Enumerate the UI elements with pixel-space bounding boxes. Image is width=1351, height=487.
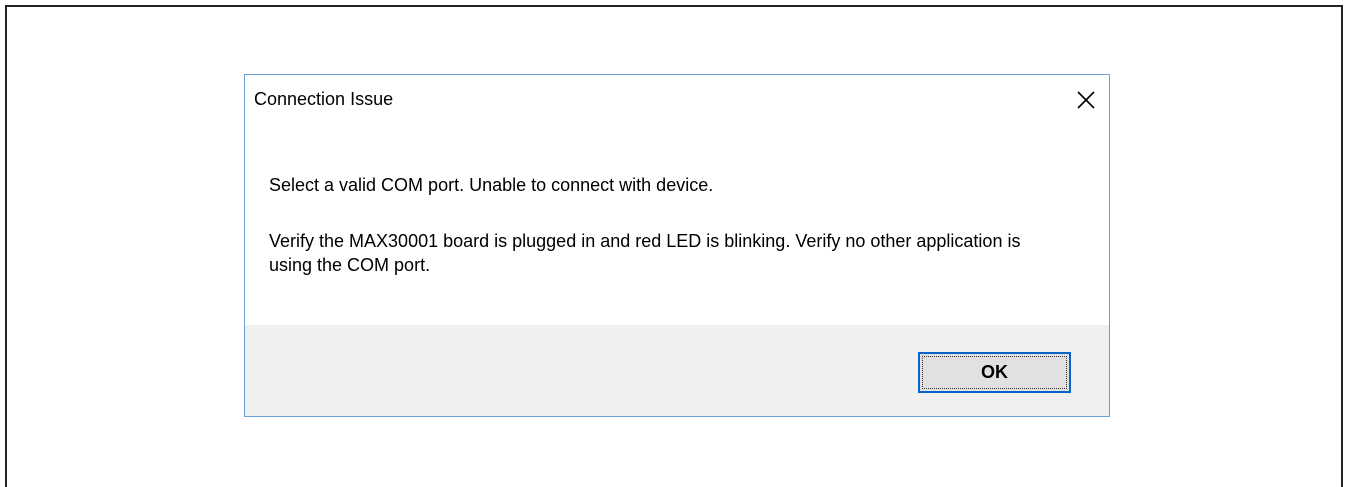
message-line-2: Verify the MAX30001 board is plugged in … — [269, 231, 1021, 275]
message-line-1: Select a valid COM port. Unable to conne… — [269, 175, 714, 195]
close-icon — [1077, 91, 1095, 109]
ok-button-label: OK — [981, 362, 1008, 382]
close-button[interactable] — [1071, 85, 1101, 115]
dialog-titlebar[interactable]: Connection Issue — [245, 75, 1109, 125]
dialog-title: Connection Issue — [254, 89, 394, 109]
ok-button[interactable]: OK — [918, 352, 1071, 393]
dialog-footer: OK — [245, 325, 1109, 416]
connection-issue-dialog: Connection Issue Select a valid COM port… — [244, 74, 1110, 417]
